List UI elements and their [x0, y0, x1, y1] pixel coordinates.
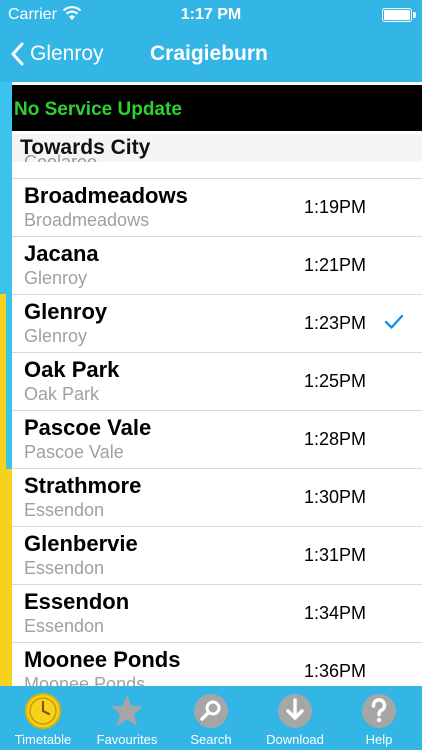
- battery-icon: [382, 8, 416, 22]
- tab-label: Favourites: [96, 732, 158, 747]
- station-subtitle: Oak Park: [24, 384, 100, 404]
- service-update-text: No Service Update: [14, 99, 182, 120]
- tab-label: Search: [190, 732, 232, 747]
- tab-favourites[interactable]: Favourites: [85, 686, 169, 750]
- timetable-list[interactable]: No Service Update Coolaroo Towards City …: [0, 82, 422, 686]
- star-icon: [108, 692, 146, 730]
- station-subtitle: Essendon: [24, 616, 105, 636]
- search-icon: [192, 692, 230, 730]
- tab-bar: Timetable Favourites Search Download Help: [0, 686, 422, 750]
- table-row[interactable]: Essendon Essendon 1:34PM: [12, 584, 422, 642]
- tab-label: Help: [365, 732, 393, 747]
- download-icon: [276, 692, 314, 730]
- help-icon: [360, 692, 398, 730]
- navigation-bar: Glenroy Craigieburn: [0, 30, 422, 82]
- table-row[interactable]: Moonee Ponds Moonee Ponds 1:36PM: [12, 642, 422, 686]
- station-name: Broadmeadows: [24, 183, 188, 208]
- departure-time: 1:23PM: [304, 313, 367, 333]
- station-name: Glenbervie: [24, 531, 138, 556]
- departure-time: 1:31PM: [304, 545, 367, 565]
- station-subtitle: Essendon: [24, 558, 105, 578]
- table-row[interactable]: Glenbervie Essendon 1:31PM: [12, 526, 422, 584]
- station-subtitle: Pascoe Vale: [24, 442, 124, 462]
- chevron-left-icon: [11, 42, 24, 66]
- tab-label: Timetable: [14, 732, 72, 747]
- departure-time: 1:34PM: [304, 603, 367, 623]
- station-subtitle: Broadmeadows: [24, 210, 150, 230]
- table-row[interactable]: Jacana Glenroy 1:21PM: [12, 236, 422, 294]
- station-name: Oak Park: [24, 357, 120, 382]
- departure-time: 1:19PM: [304, 197, 367, 217]
- section-title: Towards City: [20, 136, 151, 159]
- departure-time: 1:28PM: [304, 429, 367, 449]
- station-subtitle: Essendon: [24, 500, 105, 520]
- station-subtitle: Glenroy: [24, 268, 88, 288]
- tab-search[interactable]: Search: [169, 686, 253, 750]
- departure-time: 1:25PM: [304, 371, 367, 391]
- section-header: Coolaroo Towards City: [12, 134, 422, 162]
- station-name: Moonee Ponds: [24, 647, 181, 672]
- station-rows: Broadmeadows Broadmeadows 1:19PM Jacana Glen…: [12, 178, 422, 686]
- back-button[interactable]: Glenroy: [10, 42, 104, 66]
- status-bar: Carrier 1:17 PM: [0, 0, 422, 30]
- station-name: Glenroy: [24, 299, 108, 324]
- departure-time: 1:30PM: [304, 487, 367, 507]
- header: Carrier 1:17 PM Glenroy Craigieburn: [0, 0, 422, 82]
- table-row[interactable]: Pascoe Vale Pascoe Vale 1:28PM: [12, 410, 422, 468]
- departure-time: 1:36PM: [304, 661, 367, 681]
- station-name: Essendon: [24, 589, 130, 614]
- clock-icon: [24, 692, 62, 730]
- table-row[interactable]: Glenroy Glenroy 1:23PM: [12, 294, 422, 352]
- tab-download[interactable]: Download: [253, 686, 337, 750]
- station-subtitle: Moonee Ponds: [24, 674, 146, 686]
- station-subtitle: Glenroy: [24, 326, 88, 346]
- tab-help[interactable]: Help: [337, 686, 421, 750]
- tab-timetable[interactable]: Timetable: [1, 686, 85, 750]
- page-title: Craigieburn: [150, 42, 268, 65]
- table-row[interactable]: Oak Park Oak Park 1:25PM: [12, 352, 422, 410]
- station-name: Pascoe Vale: [24, 415, 152, 440]
- table-row[interactable]: Broadmeadows Broadmeadows 1:19PM: [12, 178, 422, 236]
- station-name: Strathmore: [24, 473, 142, 498]
- back-label: Glenroy: [30, 42, 104, 65]
- station-name: Jacana: [24, 241, 99, 266]
- tab-label: Download: [266, 732, 324, 747]
- checkmark-icon: [384, 314, 404, 335]
- service-update-banner[interactable]: No Service Update: [12, 85, 422, 131]
- departure-time: 1:21PM: [304, 255, 367, 275]
- table-row[interactable]: Strathmore Essendon 1:30PM: [12, 468, 422, 526]
- status-time: 1:17 PM: [180, 6, 242, 23]
